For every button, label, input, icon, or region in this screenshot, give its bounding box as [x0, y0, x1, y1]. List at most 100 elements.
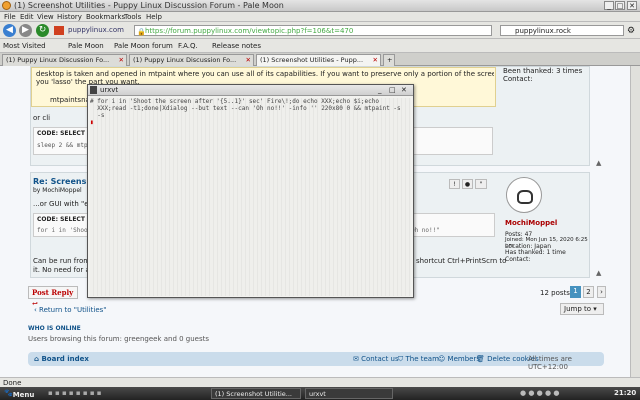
tab-forum-1[interactable]: (1) Puppy Linux Discussion Fo... ✕ — [2, 54, 127, 66]
title-bar: (1) Screenshot Utilities - Puppy Linux D… — [0, 0, 640, 12]
scrollbar[interactable] — [630, 66, 640, 377]
bookmark-release-notes[interactable]: Release notes — [212, 42, 261, 50]
minimize-button[interactable]: _ — [604, 1, 614, 10]
close-tab-icon[interactable]: ✕ — [119, 56, 124, 64]
post-reply-button[interactable]: Post Reply ↩ — [28, 286, 78, 308]
terminal-cursor: ▮ — [90, 119, 94, 126]
post-author: by MochiMoppel — [33, 187, 82, 194]
start-menu-label: Menu — [12, 391, 35, 399]
info-button[interactable]: ● — [462, 179, 473, 189]
bookmark-pale-moon-forum[interactable]: Pale Moon forum — [114, 42, 173, 50]
menu-view[interactable]: View — [37, 13, 54, 21]
search-input[interactable]: puppylinux.rock — [500, 25, 624, 36]
terminal-icon — [90, 86, 97, 94]
next-page-icon[interactable]: › — [597, 286, 606, 298]
quicklaunch-icons[interactable]: ▪ ▪ ▪ ▪ ▪ ▪ ▪ ▪ — [48, 389, 102, 397]
menu-tools[interactable]: Tools — [124, 13, 141, 21]
palemoon-icon — [2, 1, 11, 10]
status-bar: Done — [0, 377, 640, 387]
user-thanked: Been thanked: 3 times — [503, 67, 583, 75]
urxvt-close-button[interactable]: ✕ — [401, 86, 407, 94]
close-button[interactable]: ✕ — [627, 1, 637, 10]
post-text: it. No need for a — [33, 266, 90, 274]
terminal-line: XXX;read -t1;done|Xdialog --but text --c… — [90, 105, 401, 112]
urxvt-maximize-button[interactable]: □ — [389, 86, 396, 94]
menu-file[interactable]: File — [4, 13, 16, 21]
board-index-label: Board index — [41, 355, 89, 363]
code-text: for i in 'Shoot — [37, 227, 92, 234]
tab-screenshot-utilities[interactable]: (1) Screenshot Utilities - Pupp... ✕ — [256, 54, 381, 66]
bookmark-pale-moon[interactable]: Pale Moon — [68, 42, 104, 50]
page-2-button[interactable]: 2 — [583, 286, 594, 298]
task-browser[interactable]: (1) Screenshot Utilitie... — [211, 388, 301, 399]
menu-bookmarks[interactable]: Bookmarks — [86, 13, 125, 21]
members-link[interactable]: ☺ Members — [438, 355, 480, 363]
close-tab-icon[interactable]: ✕ — [373, 56, 378, 64]
jump-label: Jump to — [564, 305, 592, 313]
jump-to-dropdown[interactable]: Jump to ▾ — [560, 303, 604, 315]
contact-us-label: Contact us — [361, 355, 399, 363]
urxvt-title-bar[interactable]: urxvt _ □ ✕ — [88, 85, 413, 96]
home-icon[interactable] — [54, 26, 64, 35]
post-text: ...or GUI with "en — [33, 200, 93, 208]
terminal-line: -s — [90, 112, 105, 119]
lock-icon: 🔒 — [137, 28, 146, 36]
back-to-top-icon[interactable]: ▲ — [596, 269, 601, 277]
tab-label: (1) Puppy Linux Discussion Fo... — [6, 56, 110, 64]
contact-label: Contact: — [503, 75, 533, 83]
new-tab-button[interactable]: + — [383, 54, 395, 66]
back-to-top-icon[interactable]: ▲ — [596, 159, 601, 167]
bookmark-faq[interactable]: F.A.Q. — [178, 42, 198, 50]
tab-label: (1) Puppy Linux Discussion Fo... — [133, 56, 237, 64]
start-menu-button[interactable]: 🐾 Menu — [4, 389, 34, 399]
post-reply-label: Post Reply — [32, 288, 74, 297]
post-text: mtpaintsna — [50, 96, 90, 104]
task-urxvt[interactable]: urxvt — [305, 388, 393, 399]
page-1-button[interactable]: 1 — [570, 286, 581, 298]
window-title: (1) Screenshot Utilities - Puppy Linux D… — [14, 1, 284, 10]
bookmark-most-visited[interactable]: Most Visited — [3, 42, 46, 50]
tab-bar: (1) Puppy Linux Discussion Fo... ✕ (1) Pu… — [0, 53, 640, 66]
post-text: desktop is taken and opened in mtpaint w… — [36, 70, 494, 78]
post-text: Can be run from — [33, 257, 91, 265]
search-text: puppylinux.rock — [515, 27, 571, 35]
url-input[interactable]: 🔒 https://forum.puppylinux.com/viewtopic.… — [134, 25, 492, 36]
team-label: The team — [405, 355, 439, 363]
avatar-face — [517, 190, 533, 204]
reload-icon[interactable]: ↻ — [36, 24, 49, 37]
avatar[interactable] — [506, 177, 542, 213]
terminal-output[interactable]: # for i in 'Shoot the screen after '{5..… — [90, 98, 411, 296]
team-link[interactable]: ⛉ The team — [398, 355, 439, 364]
taskbar: 🐾 Menu ▪ ▪ ▪ ▪ ▪ ▪ ▪ ▪ (1) Screenshot Uti… — [0, 387, 640, 400]
post-count: 12 posts — [540, 289, 570, 297]
site-label: puppylinux.com — [68, 26, 124, 34]
username[interactable]: MochiMoppel — [505, 219, 557, 227]
status-text: Done — [3, 379, 22, 387]
urxvt-window[interactable]: urxvt _ □ ✕ # for i in 'Shoot the screen… — [87, 84, 414, 298]
quote-button[interactable]: " — [475, 179, 487, 189]
board-index-link[interactable]: ⌂ Board index — [34, 355, 89, 363]
close-tab-icon[interactable]: ✕ — [246, 56, 251, 64]
report-button[interactable]: ! — [449, 179, 460, 189]
forward-icon[interactable]: ▶ — [19, 24, 32, 37]
return-label: Return to "Utilities" — [39, 306, 107, 314]
menu-history[interactable]: History — [57, 13, 82, 21]
tray-icons[interactable]: ● ● ● ● ● — [520, 389, 559, 397]
settings-icon[interactable]: ⚙ — [627, 26, 635, 36]
timezone-label: All times are UTC+12:00 — [528, 355, 572, 371]
user-thanked: Has thanked: 1 time — [505, 249, 566, 256]
tab-label: (1) Screenshot Utilities - Pupp... — [260, 56, 364, 64]
return-link[interactable]: ‹ Return to "Utilities" — [34, 306, 107, 314]
post-text: or cli — [33, 114, 51, 122]
bookmarks-bar: Most Visited Pale Moon Pale Moon forum F… — [0, 39, 640, 53]
menu-edit[interactable]: Edit — [20, 13, 34, 21]
menu-help[interactable]: Help — [146, 13, 162, 21]
contact-us-link[interactable]: ✉ Contact us — [353, 355, 399, 363]
urxvt-title: urxvt — [100, 86, 119, 94]
tab-forum-2[interactable]: (1) Puppy Linux Discussion Fo... ✕ — [129, 54, 254, 66]
back-icon[interactable]: ◀ — [3, 24, 16, 37]
urxvt-minimize-button[interactable]: _ — [378, 86, 382, 94]
footer-nav: ⌂ Board index ✉ Contact us ⛉ The team ☺ … — [28, 352, 604, 371]
post-title[interactable]: Re: Screensh — [33, 177, 92, 186]
maximize-button[interactable]: □ — [615, 1, 625, 10]
